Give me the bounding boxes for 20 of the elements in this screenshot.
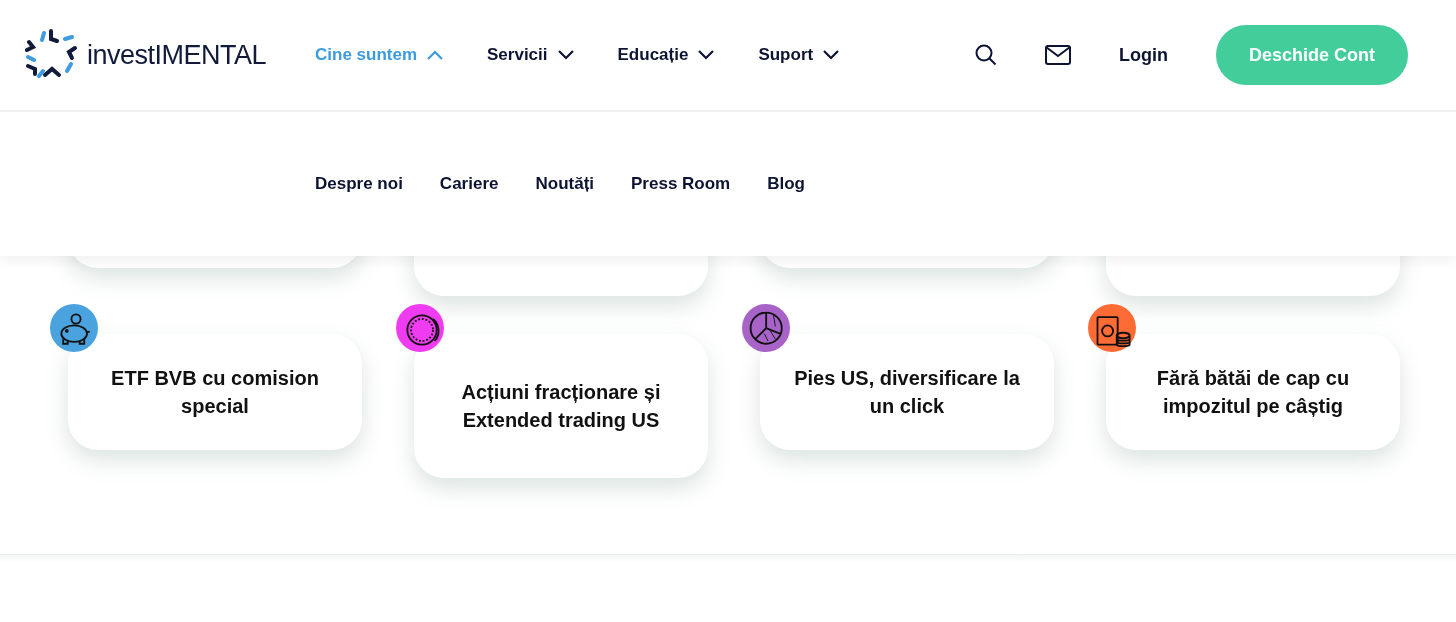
caret-icon [698, 50, 715, 60]
nav-item[interactable]: Educație [617, 42, 715, 68]
caret-icon [557, 50, 574, 60]
caret-icon [823, 50, 840, 60]
nav-item[interactable]: Suport [758, 42, 840, 68]
submenu-link[interactable]: Despre noi [315, 171, 403, 197]
feature-text: ETF BVB cu comision special [110, 366, 320, 419]
search-icon[interactable] [975, 44, 997, 66]
nav-item[interactable]: Servicii [487, 42, 574, 68]
submenu-link[interactable]: Press Room [631, 171, 731, 197]
login-link[interactable]: Login [1119, 41, 1168, 69]
logo-text: investIMENTAL [87, 38, 267, 72]
feature-text: Acțiuni fracționare și Extended trading US [460, 380, 662, 433]
feature-text: Fără bătăi de cap cu impozitul pe câștig [1155, 366, 1351, 419]
submenu-link[interactable]: Blog [767, 171, 805, 197]
submenu-link[interactable]: Cariere [439, 171, 499, 197]
caret-icon [427, 50, 444, 60]
submenu-link[interactable]: Noutăți [535, 171, 594, 197]
mail-icon[interactable] [1045, 45, 1071, 65]
feature-text: Pies US, diversificare la un click [793, 366, 1021, 419]
